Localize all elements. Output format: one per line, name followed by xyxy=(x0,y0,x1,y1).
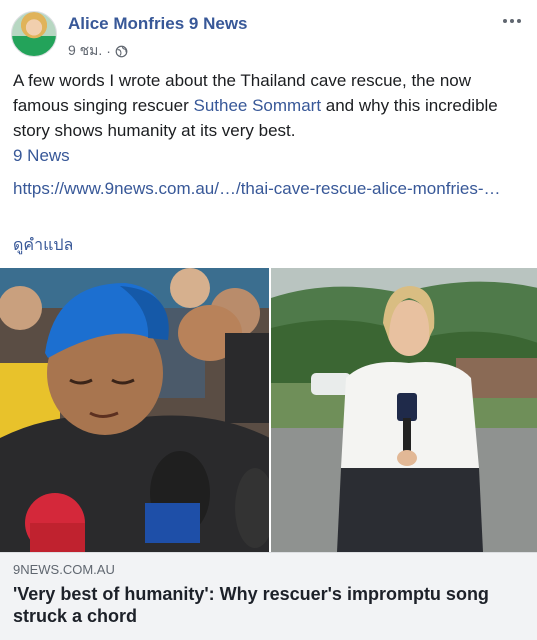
meta-separator: · xyxy=(106,43,111,59)
link-preview-image[interactable] xyxy=(0,268,537,552)
link-headline[interactable]: 'Very best of humanity': Why rescuer's i… xyxy=(13,583,523,627)
timestamp[interactable]: 9 ชม. xyxy=(68,40,102,62)
see-translation-link[interactable]: ดูคำแปล xyxy=(13,233,73,258)
rescuer-photo xyxy=(0,268,269,552)
reporter-photo xyxy=(271,268,537,552)
mention-link[interactable]: Suthee Sommart xyxy=(193,96,321,115)
avatar[interactable] xyxy=(11,11,57,57)
source-link[interactable]: 9 News xyxy=(13,143,70,168)
link-domain: 9NEWS.COM.AU xyxy=(13,562,115,577)
post-text: A few words I wrote about the Thailand c… xyxy=(13,68,527,143)
article-url-link[interactable]: https://www.9news.com.au/…/thai-cave-res… xyxy=(13,176,527,201)
more-options-icon[interactable] xyxy=(501,12,523,30)
link-preview-caption[interactable]: 9NEWS.COM.AU 'Very best of humanity': Wh… xyxy=(0,552,537,640)
globe-icon[interactable] xyxy=(115,45,128,58)
author-name[interactable]: Alice Monfries 9 News xyxy=(68,14,248,34)
post-header: Alice Monfries 9 News 9 ชม. · xyxy=(0,0,537,66)
post-meta: 9 ชม. · xyxy=(68,40,128,62)
